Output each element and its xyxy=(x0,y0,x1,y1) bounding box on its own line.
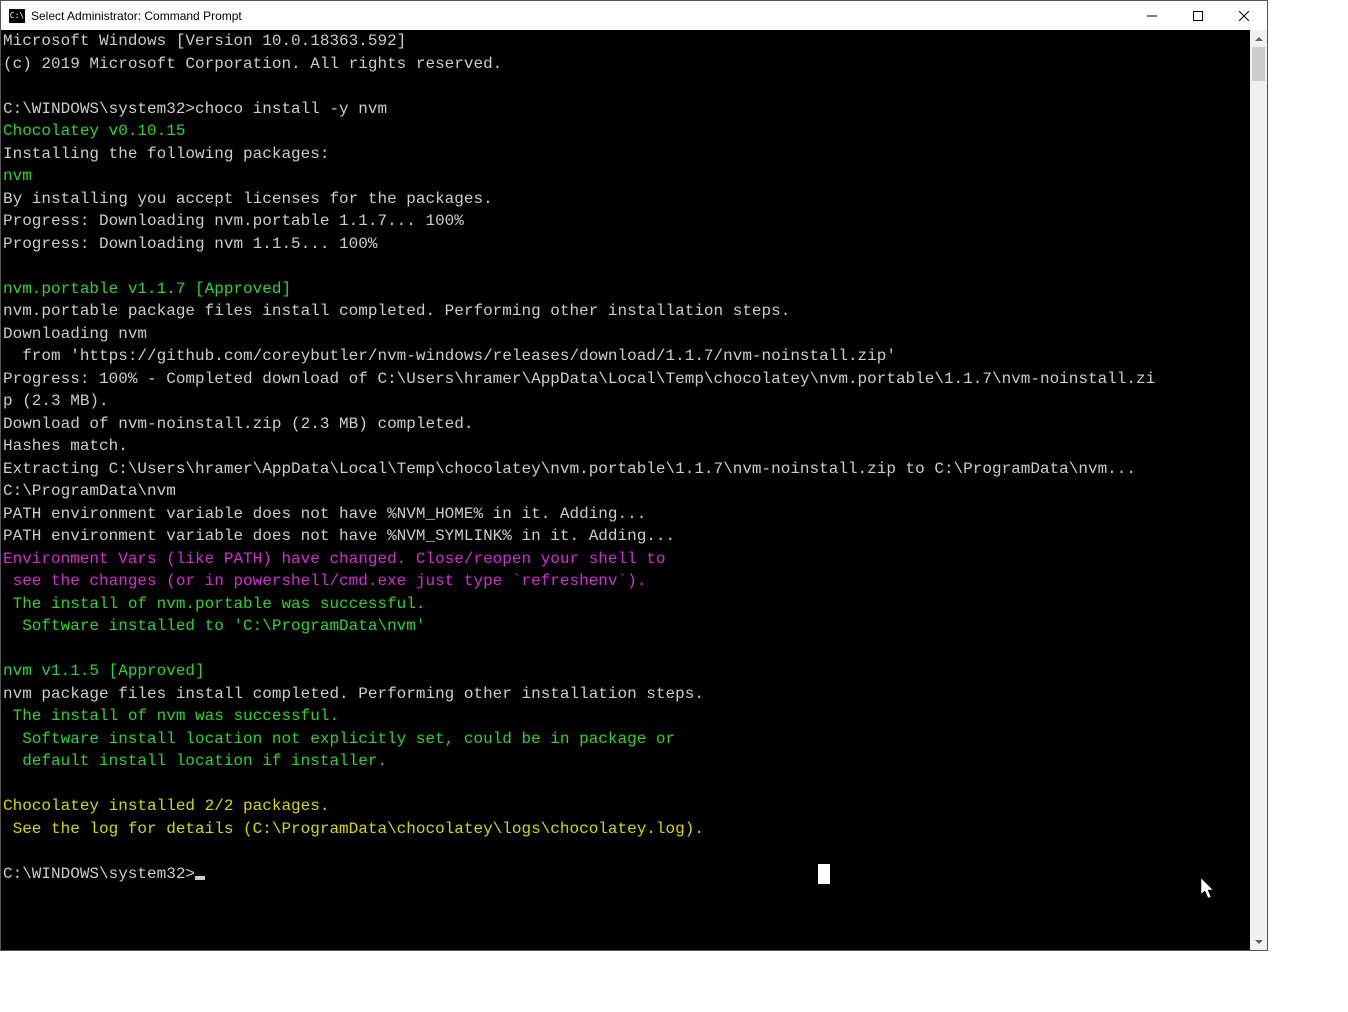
terminal-line: Progress: Downloading nvm 1.1.5... 100% xyxy=(3,233,1250,256)
terminal-line: PATH environment variable does not have … xyxy=(3,503,1250,526)
terminal-line: see the changes (or in powershell/cmd.ex… xyxy=(3,570,1250,593)
terminal-line: nvm v1.1.5 [Approved] xyxy=(3,660,1250,683)
terminal-line: The install of nvm was successful. xyxy=(3,705,1250,728)
terminal-line xyxy=(3,638,1250,661)
terminal-line: nvm.portable v1.1.7 [Approved] xyxy=(3,278,1250,301)
terminal-line: Progress: Downloading nvm.portable 1.1.7… xyxy=(3,210,1250,233)
terminal-line: Installing the following packages: xyxy=(3,143,1250,166)
terminal-line: Progress: 100% - Completed download of C… xyxy=(3,368,1250,391)
terminal-line: (c) 2019 Microsoft Corporation. All righ… xyxy=(3,53,1250,76)
terminal-line: C:\ProgramData\nvm xyxy=(3,480,1250,503)
close-button[interactable] xyxy=(1221,1,1267,30)
terminal-line: Chocolatey installed 2/2 packages. xyxy=(3,795,1250,818)
scroll-up-button[interactable] xyxy=(1250,30,1267,47)
selection-marker xyxy=(818,864,830,884)
terminal-line xyxy=(3,75,1250,98)
terminal-line: See the log for details (C:\ProgramData\… xyxy=(3,818,1250,841)
terminal-line: Software installed to 'C:\ProgramData\nv… xyxy=(3,615,1250,638)
terminal-line: C:\WINDOWS\system32>choco install -y nvm xyxy=(3,98,1250,121)
terminal-line: default install location if installer. xyxy=(3,750,1250,773)
terminal-line: Downloading nvm xyxy=(3,323,1250,346)
terminal-line: p (2.3 MB). xyxy=(3,390,1250,413)
scroll-thumb[interactable] xyxy=(1252,47,1265,81)
terminal-line: Software install location not explicitly… xyxy=(3,728,1250,751)
terminal-line: By installing you accept licenses for th… xyxy=(3,188,1250,211)
terminal-line: nvm xyxy=(3,165,1250,188)
scroll-down-button[interactable] xyxy=(1250,933,1267,950)
terminal-line xyxy=(3,840,1250,863)
window-title: Select Administrator: Command Prompt xyxy=(31,9,242,23)
terminal-line: Environment Vars (like PATH) have change… xyxy=(3,548,1250,571)
terminal-line: Chocolatey v0.10.15 xyxy=(3,120,1250,143)
terminal-line: Hashes match. xyxy=(3,435,1250,458)
terminal-output[interactable]: Microsoft Windows [Version 10.0.18363.59… xyxy=(1,30,1250,950)
terminal-line xyxy=(3,255,1250,278)
terminal-line: Microsoft Windows [Version 10.0.18363.59… xyxy=(3,30,1250,53)
terminal-prompt-line[interactable]: C:\WINDOWS\system32> xyxy=(3,863,1250,886)
terminal-line: nvm package files install completed. Per… xyxy=(3,683,1250,706)
terminal-line: nvm.portable package files install compl… xyxy=(3,300,1250,323)
vertical-scrollbar[interactable] xyxy=(1250,30,1267,950)
terminal-line xyxy=(3,773,1250,796)
minimize-button[interactable] xyxy=(1129,1,1175,30)
terminal-line: Download of nvm-noinstall.zip (2.3 MB) c… xyxy=(3,413,1250,436)
terminal-line: PATH environment variable does not have … xyxy=(3,525,1250,548)
terminal-line: Extracting C:\Users\hramer\AppData\Local… xyxy=(3,458,1250,481)
terminal-line: from 'https://github.com/coreybutler/nvm… xyxy=(3,345,1250,368)
text-cursor xyxy=(195,876,205,880)
terminal-line: The install of nvm.portable was successf… xyxy=(3,593,1250,616)
app-icon: C:\ xyxy=(9,9,25,23)
maximize-button[interactable] xyxy=(1175,1,1221,30)
window-titlebar[interactable]: C:\ Select Administrator: Command Prompt xyxy=(0,0,1268,30)
